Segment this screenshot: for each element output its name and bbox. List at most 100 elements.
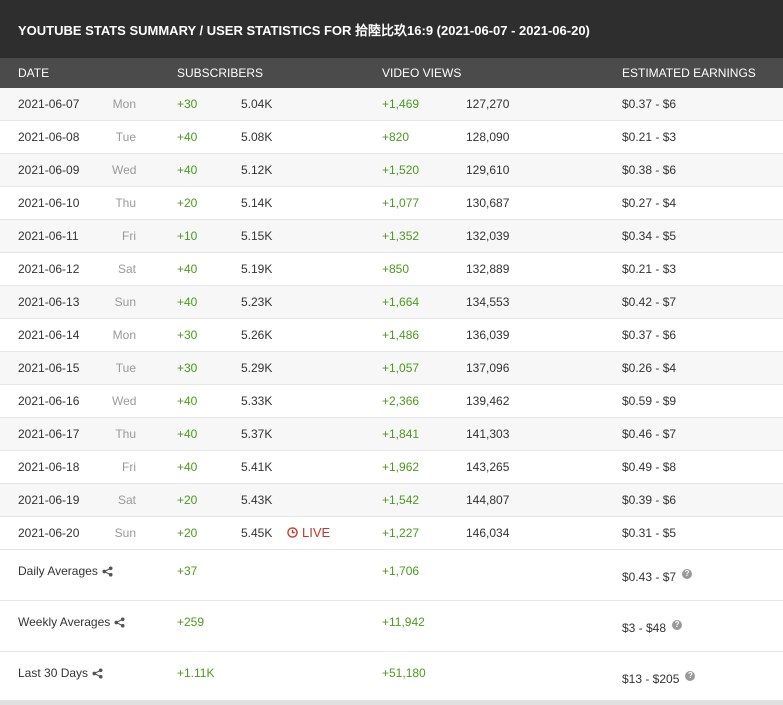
summary-views: +1,706 <box>382 564 420 578</box>
row-subscribers-total: 5.43K <box>241 493 273 507</box>
summary-views: +51,180 <box>382 666 426 680</box>
row-subscribers-delta: +20 <box>177 493 198 507</box>
row-views-delta: +1,841 <box>382 427 420 441</box>
row-earnings: $0.21 - $3 <box>622 262 677 276</box>
row-subscribers-delta: +40 <box>177 163 198 177</box>
row-views-total: 144,807 <box>466 493 510 507</box>
row-subscribers-delta: +10 <box>177 229 198 243</box>
row-earnings: $0.39 - $6 <box>622 493 677 507</box>
row-subscribers-delta: +40 <box>177 460 198 474</box>
summary-label-text: Weekly Averages <box>18 615 111 629</box>
summary-label-text: Daily Averages <box>18 564 98 578</box>
row-earnings: $0.37 - $6 <box>622 97 677 111</box>
row-subscribers-total: 5.14K <box>241 196 273 210</box>
row-date: 2021-06-19 <box>18 493 80 507</box>
row-earnings: $0.42 - $7 <box>622 295 677 309</box>
summary-subscribers: +259 <box>177 615 205 629</box>
stats-table-body: 2021-06-07 Mon +30 5.04K +1,469 127,270 … <box>0 88 783 550</box>
row-earnings: $0.37 - $6 <box>622 328 677 342</box>
help-icon[interactable]: ? <box>672 620 683 630</box>
row-subscribers-delta: +20 <box>177 196 198 210</box>
row-earnings: $0.27 - $4 <box>622 196 677 210</box>
summary-earnings-text: $3 - $48 <box>622 621 667 635</box>
row-earnings: $0.31 - $5 <box>622 526 677 540</box>
row-date: 2021-06-08 <box>18 130 80 144</box>
row-views-total: 134,553 <box>466 295 510 309</box>
row-subscribers-delta: +30 <box>177 328 198 342</box>
row-day: Wed <box>112 163 137 177</box>
table-row: 2021-06-17 Thu +40 5.37K +1,841 141,303 … <box>0 418 783 451</box>
row-views-delta: +1,486 <box>382 328 420 342</box>
row-date: 2021-06-07 <box>18 97 80 111</box>
row-views-total: 136,039 <box>466 328 510 342</box>
summary-earnings: $0.43 - $7? <box>622 569 693 584</box>
share-icon[interactable] <box>102 565 113 577</box>
row-date: 2021-06-16 <box>18 394 80 408</box>
header-subscribers: SUBSCRIBERS <box>177 66 264 80</box>
row-subscribers-total: 5.29K <box>241 361 273 375</box>
bottom-divider <box>0 700 783 705</box>
row-day: Fri <box>122 460 136 474</box>
row-day: Sat <box>117 493 136 507</box>
row-date: 2021-06-13 <box>18 295 80 309</box>
summary-views: +11,942 <box>382 615 425 629</box>
row-subscribers-delta: +40 <box>177 427 198 441</box>
row-subscribers-total: 5.37K <box>241 427 273 441</box>
row-earnings: $0.46 - $7 <box>622 427 677 441</box>
row-views-delta: +1,469 <box>382 97 420 111</box>
live-indicator[interactable]: LIVE <box>287 525 330 540</box>
row-date: 2021-06-09 <box>18 163 80 177</box>
row-subscribers-delta: +40 <box>177 295 198 309</box>
row-date: 2021-06-15 <box>18 361 80 375</box>
summary-subscribers: +37 <box>177 564 198 578</box>
help-icon[interactable]: ? <box>682 569 693 579</box>
row-earnings: $0.34 - $5 <box>622 229 677 243</box>
share-icon[interactable] <box>114 616 125 628</box>
table-row: 2021-06-12 Sat +40 5.19K +850 132,889 $0… <box>0 253 783 286</box>
share-icon[interactable] <box>92 667 103 679</box>
summary-label: Daily Averages <box>18 564 113 578</box>
row-date: 2021-06-14 <box>18 328 80 342</box>
row-subscribers-total: 5.23K <box>241 295 273 309</box>
row-day: Tue <box>115 361 136 375</box>
row-views-total: 129,610 <box>466 163 510 177</box>
summary-earnings: $3 - $48? <box>622 620 683 635</box>
row-day: Wed <box>112 394 137 408</box>
row-views-delta: +1,542 <box>382 493 420 507</box>
row-subscribers-delta: +20 <box>177 526 198 540</box>
row-views-total: 146,034 <box>466 526 510 540</box>
live-label: LIVE <box>302 525 331 540</box>
row-day: Tue <box>115 130 136 144</box>
table-row: 2021-06-13 Sun +40 5.23K +1,664 134,553 … <box>0 286 783 319</box>
row-day: Mon <box>112 328 136 342</box>
row-subscribers-delta: +40 <box>177 394 198 408</box>
row-day: Thu <box>115 427 136 441</box>
row-subscribers-delta: +30 <box>177 361 198 375</box>
page-title: YOUTUBE STATS SUMMARY / USER STATISTICS … <box>0 0 783 58</box>
row-earnings: $0.59 - $9 <box>622 394 677 408</box>
row-subscribers-total: 5.19K <box>241 262 273 276</box>
table-row: 2021-06-11 Fri +10 5.15K +1,352 132,039 … <box>0 220 783 253</box>
row-views-delta: +1,520 <box>382 163 420 177</box>
row-subscribers-delta: +40 <box>177 262 198 276</box>
summary-subscribers: +1.11K <box>177 666 215 680</box>
row-earnings: $0.26 - $4 <box>622 361 677 375</box>
row-date: 2021-06-18 <box>18 460 80 474</box>
table-row: 2021-06-10 Thu +20 5.14K +1,077 130,687 … <box>0 187 783 220</box>
table-row: 2021-06-16 Wed +40 5.33K +2,366 139,462 … <box>0 385 783 418</box>
help-icon[interactable]: ? <box>685 671 696 681</box>
table-row: 2021-06-18 Fri +40 5.41K +1,962 143,265 … <box>0 451 783 484</box>
row-subscribers-delta: +30 <box>177 97 198 111</box>
row-subscribers-total: 5.12K <box>241 163 273 177</box>
row-subscribers-delta: +40 <box>177 130 198 144</box>
row-day: Sat <box>117 262 136 276</box>
row-views-total: 128,090 <box>466 130 510 144</box>
table-row: 2021-06-19 Sat +20 5.43K +1,542 144,807 … <box>0 484 783 517</box>
row-views-total: 127,270 <box>466 97 510 111</box>
summary-row: Weekly Averages +259 +11,942 $3 - $48? <box>0 601 783 652</box>
table-row: 2021-06-20 Sun +20 5.45K +1,227 146,034 … <box>0 517 783 550</box>
clock-icon <box>287 527 298 538</box>
summary-label-text: Last 30 Days <box>18 666 89 680</box>
row-views-total: 143,265 <box>466 460 510 474</box>
row-date: 2021-06-12 <box>18 262 80 276</box>
